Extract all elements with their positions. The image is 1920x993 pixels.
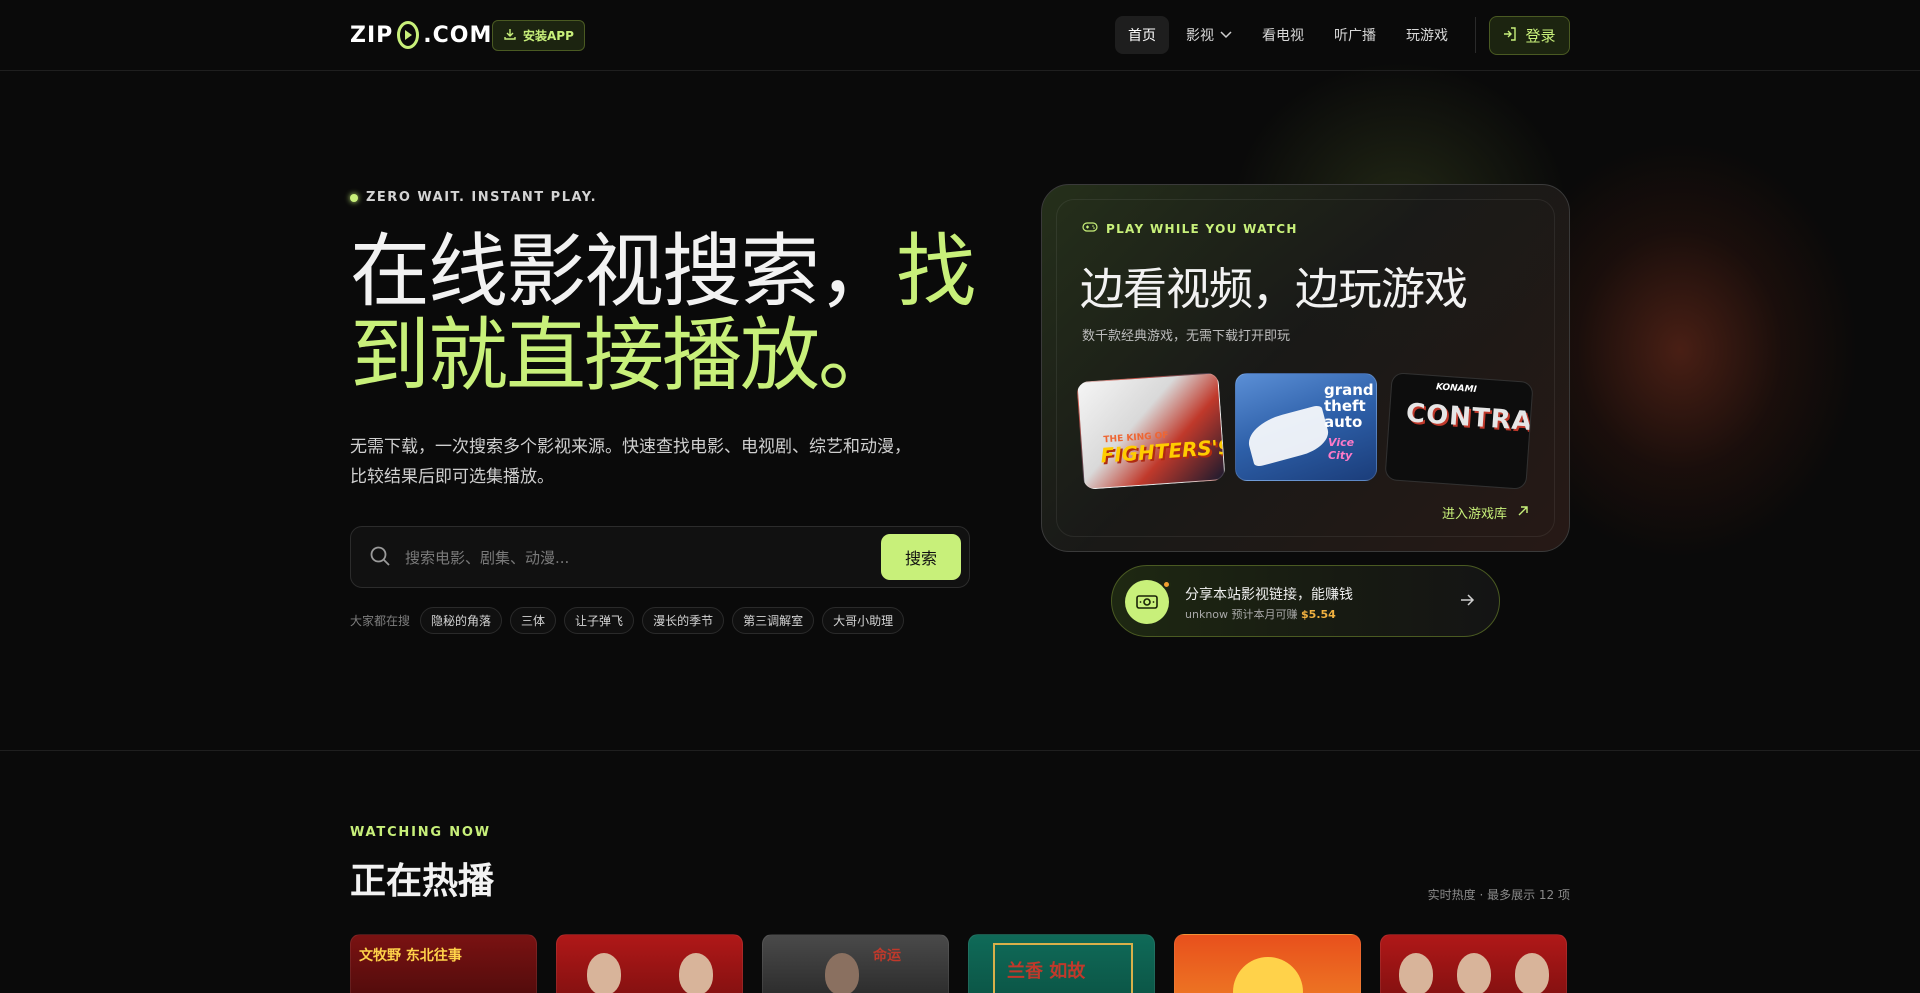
arrow-right-icon (1459, 592, 1475, 612)
nav-divider (1475, 17, 1476, 53)
menu-item-label: 玩游戏 (1406, 28, 1448, 44)
menu-item-home[interactable]: 首页 (1115, 16, 1169, 54)
logo-text-right: .COM (423, 22, 493, 48)
menu-item-tv[interactable]: 看电视 (1249, 16, 1317, 54)
game-card-eyebrow-text: PLAY WHILE YOU WATCH (1106, 221, 1298, 236)
hero-description: 无需下载，一次搜索多个影视来源。快速查找电影、电视剧、综艺和动漫， 比较结果后即… (350, 432, 930, 492)
game-cover-contra[interactable]: KONAMI CONTRA (1384, 372, 1534, 490)
install-app-button[interactable]: 安装APP (492, 20, 585, 51)
hot-searches-label: 大家都在搜 (350, 614, 411, 628)
poster-face (1399, 953, 1433, 993)
game-cover-text: grand theft auto (1324, 381, 1374, 431)
poster-card[interactable] (1380, 934, 1567, 993)
poster-row: 文牧野 东北往事 命运 兰香 如故 (350, 934, 1570, 993)
game-cover-subtext: KONAMI (1435, 382, 1478, 396)
poster-card[interactable] (556, 934, 743, 993)
hot-search-chip[interactable]: 大哥小助理 (822, 607, 905, 634)
hero-eyebrow-text: ZERO WAIT. INSTANT PLAY. (366, 190, 598, 205)
gamepad-icon (1082, 221, 1098, 236)
hot-search-chip[interactable]: 隐秘的角落 (420, 607, 503, 634)
poster-sun (1233, 957, 1303, 993)
game-library-link[interactable]: 进入游戏库 (1442, 503, 1529, 522)
poster-face (1457, 953, 1491, 993)
poster-card[interactable]: 文牧野 东北往事 (350, 934, 537, 993)
poster-face (825, 953, 859, 993)
download-icon (503, 27, 517, 44)
watching-now-eyebrow: WATCHING NOW (350, 825, 491, 840)
boat-illustration (1243, 404, 1333, 468)
hot-search-chip[interactable]: 第三调解室 (732, 607, 815, 634)
install-app-label: 安装APP (523, 29, 574, 43)
site-logo[interactable]: ZIP .COM (350, 18, 492, 52)
search-bar: 搜索 (350, 526, 970, 588)
hero-title-highlight-2: 到就直接播放。 (350, 309, 898, 402)
poster-card[interactable]: 兰香 如故 (968, 934, 1155, 993)
share-banner-meta: unknow 预计本月可赚 $5.54 (1185, 606, 1336, 622)
share-earn-prefix: unknow 预计本月可赚 (1185, 608, 1298, 621)
hero-description-line-2: 比较结果后即可选集播放。 (350, 467, 554, 487)
game-cover-subtext: Vice City (1328, 436, 1355, 462)
login-label: 登录 (1525, 27, 1556, 45)
menu-item-label: 影视 (1186, 28, 1214, 44)
poster-card[interactable] (1174, 934, 1361, 993)
menu-item-movies[interactable]: 影视 (1173, 16, 1245, 54)
login-icon (1503, 26, 1517, 45)
hero-title-highlight-1: 找 (896, 225, 976, 318)
arrow-up-right-icon (1517, 505, 1529, 521)
hero-description-line-1: 无需下载，一次搜索多个影视来源。快速查找电影、电视剧、综艺和动漫， (350, 437, 911, 457)
search-input[interactable] (405, 541, 825, 575)
share-banner-title: 分享本站影视链接，能赚钱 (1185, 587, 1353, 603)
poster-caption: 命运 (873, 948, 901, 964)
game-promo-card[interactable]: PLAY WHILE YOU WATCH 边看视频，边玩游戏 数千款经典游戏，无… (1041, 184, 1570, 552)
game-cover-gta-vice-city[interactable]: grand theft auto Vice City (1235, 373, 1377, 481)
hot-search-chip[interactable]: 三体 (510, 607, 557, 634)
hero-title: 在线影视搜索，找到就直接播放。 (350, 230, 990, 398)
top-nav: ZIP .COM 安装APP 首页 影视 看电视 听广播 玩游戏 登录 (0, 0, 1920, 71)
poster-face (1515, 953, 1549, 993)
poster-card[interactable]: 命运 (762, 934, 949, 993)
watching-now-title: 正在热播 (350, 861, 495, 902)
poster-face (587, 953, 621, 993)
share-earn-banner[interactable]: 分享本站影视链接，能赚钱 unknow 预计本月可赚 $5.54 (1111, 565, 1500, 637)
status-dot-icon (350, 193, 358, 202)
logo-text-left: ZIP (350, 22, 394, 48)
game-card-eyebrow: PLAY WHILE YOU WATCH (1082, 221, 1298, 236)
search-icon (369, 545, 391, 571)
chevron-down-icon (1220, 27, 1232, 43)
watching-now-note: 实时热度 · 最多展示 12 项 (1427, 888, 1570, 902)
game-card-title: 边看视频，边玩游戏 (1080, 264, 1468, 315)
notification-dot (1162, 580, 1171, 589)
menu-item-label: 听广播 (1334, 28, 1376, 44)
poster-caption: 兰香 如故 (1007, 961, 1086, 982)
menu-item-label: 看电视 (1262, 28, 1304, 44)
game-cover-text: CONTRA (1405, 398, 1534, 438)
hot-searches: 大家都在搜 隐秘的角落 三体 让子弹飞 漫长的季节 第三调解室 大哥小助理 (350, 607, 905, 634)
menu-item-label: 首页 (1128, 28, 1156, 44)
game-card-subtitle: 数千款经典游戏，无需下载打开即玩 (1082, 329, 1291, 344)
menu-item-games[interactable]: 玩游戏 (1393, 16, 1461, 54)
hero-title-plain: 在线影视搜索， (350, 225, 898, 318)
section-divider (0, 750, 1920, 751)
game-cover-kof97[interactable]: THE KING OF FIGHTERS'97 (1076, 372, 1226, 490)
hero-eyebrow: ZERO WAIT. INSTANT PLAY. (350, 190, 597, 205)
game-library-link-label: 进入游戏库 (1441, 507, 1507, 522)
login-button[interactable]: 登录 (1489, 16, 1570, 55)
share-earn-amount: $5.54 (1301, 608, 1336, 621)
menu-item-radio[interactable]: 听广播 (1321, 16, 1389, 54)
main-menu: 首页 影视 看电视 听广播 玩游戏 (1115, 16, 1461, 54)
poster-face (679, 953, 713, 993)
poster-caption: 文牧野 东北往事 (359, 948, 462, 964)
search-button[interactable]: 搜索 (881, 534, 961, 580)
hot-search-chip[interactable]: 让子弹飞 (564, 607, 635, 634)
hot-search-chip[interactable]: 漫长的季节 (642, 607, 725, 634)
logo-play-icon (396, 20, 420, 50)
